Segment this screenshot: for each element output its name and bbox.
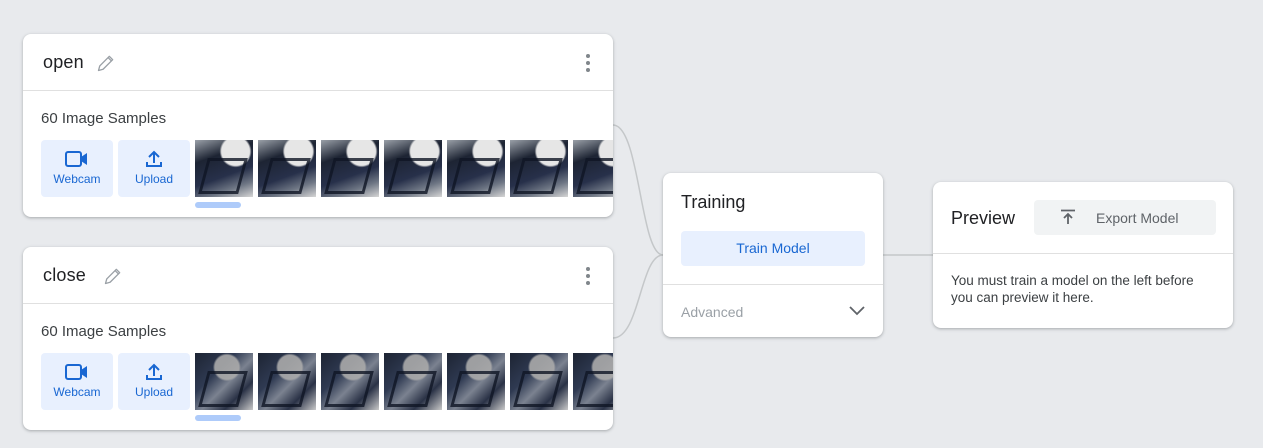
webcam-label: Webcam <box>53 172 101 186</box>
sample-thumbnail[interactable] <box>321 353 379 410</box>
class-header: open <box>23 34 613 91</box>
sample-thumbnail[interactable] <box>510 353 568 410</box>
thumbnail-scroll-indicator[interactable] <box>195 415 241 421</box>
webcam-button[interactable]: Webcam <box>41 140 113 197</box>
training-title: Training <box>681 192 746 212</box>
class-card-close: close 60 Image Samples Webcam Upload <box>23 247 613 430</box>
export-model-label: Export Model <box>1096 210 1179 226</box>
webcam-label: Webcam <box>53 385 101 399</box>
train-model-button[interactable]: Train Model <box>681 231 865 266</box>
sample-thumbnail[interactable] <box>573 353 613 410</box>
videocam-icon <box>65 364 87 380</box>
upload-icon <box>146 150 162 167</box>
upload-label: Upload <box>134 385 174 399</box>
sample-thumbnail[interactable] <box>384 353 442 410</box>
divider <box>933 253 1233 254</box>
samples-count: 60 Image Samples <box>41 110 167 127</box>
sample-thumbnail[interactable] <box>258 140 316 197</box>
sample-thumbnail[interactable] <box>447 140 505 197</box>
upload-label: Upload <box>134 172 174 186</box>
class-name[interactable]: open <box>43 52 84 73</box>
videocam-icon <box>65 151 87 167</box>
pencil-icon[interactable] <box>96 53 116 73</box>
thumbnail-scroll-indicator[interactable] <box>195 202 241 208</box>
pencil-icon[interactable] <box>103 266 123 286</box>
sample-thumbnail[interactable] <box>384 140 442 197</box>
sample-thumbnail[interactable] <box>321 140 379 197</box>
advanced-label: Advanced <box>681 304 744 320</box>
webcam-button[interactable]: Webcam <box>41 353 113 410</box>
sample-thumbnail[interactable] <box>447 353 505 410</box>
training-card: Training Train Model Advanced <box>663 173 883 337</box>
preview-card: Preview Export Model You must train a mo… <box>933 182 1233 328</box>
class-header: close <box>23 247 613 304</box>
sample-thumbnail[interactable] <box>573 140 613 197</box>
more-vert-icon[interactable] <box>585 54 591 72</box>
preview-message: You must train a model on the left befor… <box>951 273 1194 305</box>
sample-thumbnail[interactable] <box>510 140 568 197</box>
upload-icon <box>146 363 162 380</box>
sample-thumbnail[interactable] <box>195 353 253 410</box>
upload-button[interactable]: Upload <box>118 140 190 197</box>
more-vert-icon[interactable] <box>585 267 591 285</box>
sample-thumbnails[interactable] <box>195 353 613 410</box>
samples-count: 60 Image Samples <box>41 323 167 340</box>
preview-title: Preview <box>951 208 1016 228</box>
sample-thumbnail[interactable] <box>195 140 253 197</box>
advanced-toggle[interactable]: Advanced <box>663 285 883 337</box>
sample-thumbnails[interactable] <box>195 140 613 197</box>
export-icon <box>1061 209 1075 224</box>
class-name[interactable]: close <box>43 265 86 286</box>
upload-button[interactable]: Upload <box>118 353 190 410</box>
sample-thumbnail[interactable] <box>258 353 316 410</box>
chevron-down-icon <box>849 306 865 316</box>
class-card-open: open 60 Image Samples Webcam Upload <box>23 34 613 217</box>
export-model-button[interactable]: Export Model <box>1034 200 1216 235</box>
